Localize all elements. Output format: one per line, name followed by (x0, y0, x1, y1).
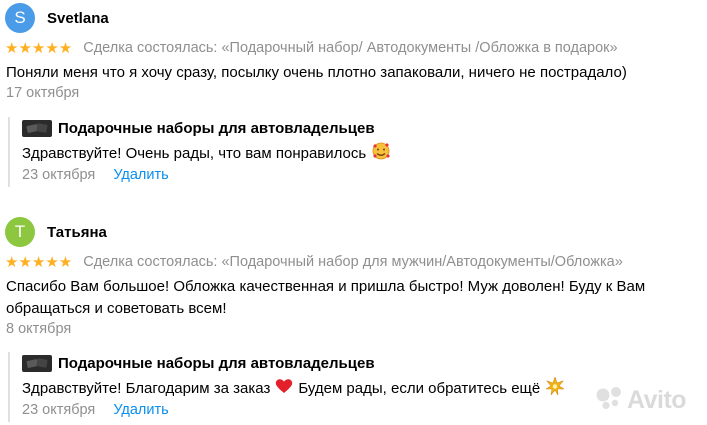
review-date: 8 октября (6, 321, 72, 337)
seller-header: Подарочные наборы для автовладельцев (22, 118, 375, 138)
delete-reply-link[interactable]: Удалить (113, 167, 168, 183)
reply-text-part1: Здравствуйте! Благодарим за заказ (22, 379, 271, 397)
seller-avatar[interactable] (22, 354, 52, 372)
avatar-letter: Т (14, 222, 26, 241)
reply-text: Здравствуйте! Благодарим за заказ Будем … (22, 376, 566, 399)
avatar-letter: S (14, 8, 26, 27)
review-meta: ★★★★★ Сделка состоялась: «Подарочный наб… (5, 253, 623, 271)
review-header: S Svetlana (5, 3, 109, 33)
reply-footer: 23 октября Удалить (22, 167, 169, 183)
red-heart-icon (275, 378, 293, 398)
avito-logo-icon (596, 386, 624, 415)
rating-stars-icon: ★★★★★ (5, 40, 73, 57)
reply-divider (8, 117, 10, 187)
seller-header: Подарочные наборы для автовладельцев (22, 353, 375, 373)
reply-date: 23 октября (22, 167, 96, 183)
avatar[interactable]: S (5, 3, 35, 33)
reply-text-content: Здравствуйте! Очень рады, что вам понрав… (22, 144, 367, 162)
review-meta: ★★★★★ Сделка состоялась: «Подарочный наб… (5, 39, 618, 57)
reply-date: 23 октября (22, 402, 96, 418)
reply-text: Здравствуйте! Очень рады, что вам понрав… (22, 142, 391, 164)
reply-text-part2: Будем рады, если обратитесь ещё (298, 379, 541, 397)
smiling-face-with-hearts-icon (372, 142, 391, 164)
seller-name[interactable]: Подарочные наборы для автовладельцев (58, 355, 375, 372)
sparkle-icon (545, 376, 566, 399)
seller-name[interactable]: Подарочные наборы для автовладельцев (58, 120, 375, 137)
rating-stars-icon: ★★★★★ (5, 254, 73, 271)
review-text: Поняли меня что я хочу сразу, посылку оч… (6, 64, 627, 81)
seller-avatar[interactable] (22, 119, 52, 137)
reply-footer: 23 октября Удалить (22, 402, 169, 418)
avito-watermark: Avito (596, 385, 687, 415)
review-text: Спасибо Вам большое! Обложка качественна… (6, 276, 706, 319)
deal-info: Сделка состоялась: «Подарочный набор для… (83, 254, 623, 270)
review-text-content: Спасибо Вам большое! Обложка качественна… (6, 278, 646, 317)
review-author[interactable]: Татьяна (47, 224, 107, 241)
deal-info: Сделка состоялась: «Подарочный набор/ Ав… (83, 40, 618, 56)
avatar[interactable]: Т (5, 217, 35, 247)
review-date: 17 октября (6, 85, 80, 101)
review-header: Т Татьяна (5, 217, 107, 247)
delete-reply-link[interactable]: Удалить (113, 402, 168, 418)
reply-divider (8, 352, 10, 422)
review-author[interactable]: Svetlana (47, 10, 109, 27)
watermark-text: Avito (627, 385, 687, 414)
